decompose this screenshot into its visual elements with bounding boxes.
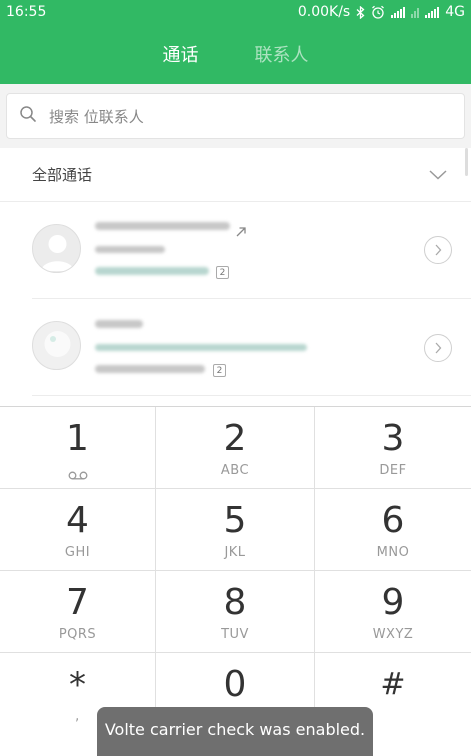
key-digit: 4 bbox=[66, 500, 89, 541]
dialpad-key-1[interactable]: 1 bbox=[0, 407, 156, 489]
search-area: 搜索 位联系人 bbox=[0, 84, 471, 148]
key-letters: ABC bbox=[220, 463, 250, 478]
call-detail-button[interactable] bbox=[424, 334, 452, 362]
key-digit: 2 bbox=[223, 418, 247, 459]
key-letters: GHI bbox=[64, 545, 91, 560]
key-digit: 3 bbox=[381, 418, 405, 459]
dialpad: 1 2 ABC 3 DEF 4 GHI 5 JKL 6 MNO 7 PQRS 8… bbox=[0, 406, 471, 756]
network-type: 4G bbox=[445, 4, 465, 20]
key-letters: DEF bbox=[379, 463, 407, 478]
key-letters: , bbox=[75, 709, 80, 724]
search-input[interactable]: 搜索 位联系人 bbox=[6, 93, 465, 139]
key-letters: TUV bbox=[221, 627, 249, 642]
search-icon bbox=[19, 105, 37, 127]
key-letters: MNO bbox=[376, 545, 410, 560]
key-digit: 0 bbox=[223, 664, 247, 705]
key-letters: PQRS bbox=[58, 627, 97, 642]
key-letters: WXYZ bbox=[372, 627, 414, 642]
signal-icon bbox=[411, 6, 420, 18]
dialpad-key-4[interactable]: 4 GHI bbox=[0, 489, 156, 571]
alarm-icon bbox=[371, 5, 385, 19]
search-placeholder: 搜索 位联系人 bbox=[49, 107, 144, 126]
voicemail-icon bbox=[68, 465, 88, 484]
call-log-row[interactable]: 2 bbox=[0, 202, 471, 299]
section-title: 全部通话 bbox=[32, 166, 93, 184]
scrollbar[interactable] bbox=[465, 148, 468, 176]
call-count-badge: 2 bbox=[216, 266, 229, 279]
avatar bbox=[32, 224, 81, 273]
toast-notification: Volte carrier check was enabled. bbox=[97, 707, 373, 756]
status-bar: 16:55 0.00K/s 4G bbox=[0, 0, 471, 24]
status-time: 16:55 bbox=[6, 4, 47, 20]
key-digit: * bbox=[69, 665, 86, 705]
app-header: 通话 联系人 bbox=[0, 24, 471, 84]
tab-calls[interactable]: 通话 bbox=[159, 35, 203, 73]
signal-icon bbox=[425, 6, 440, 18]
key-digit: # bbox=[380, 667, 406, 702]
call-count-badge: 2 bbox=[213, 364, 226, 377]
dialpad-key-6[interactable]: 6 MNO bbox=[315, 489, 471, 571]
key-digit: 7 bbox=[66, 582, 89, 623]
key-letters: JKL bbox=[224, 545, 246, 560]
signal-icon bbox=[391, 6, 406, 18]
call-log-row[interactable]: 2 bbox=[0, 299, 471, 396]
tab-contacts[interactable]: 联系人 bbox=[251, 35, 313, 73]
avatar bbox=[32, 321, 81, 370]
network-speed: 0.00K/s bbox=[297, 4, 351, 20]
dialpad-key-9[interactable]: 9 WXYZ bbox=[315, 571, 471, 653]
call-filter-dropdown[interactable]: 全部通话 bbox=[0, 148, 471, 202]
dialpad-key-7[interactable]: 7 PQRS bbox=[0, 571, 156, 653]
key-digit: 1 bbox=[66, 418, 89, 459]
key-digit: 8 bbox=[223, 582, 247, 623]
key-digit: 9 bbox=[381, 582, 405, 623]
status-icons: 0.00K/s 4G bbox=[298, 4, 465, 20]
dialpad-key-5[interactable]: 5 JKL bbox=[156, 489, 315, 571]
chevron-down-icon bbox=[429, 165, 447, 184]
call-list: 2 2 bbox=[0, 202, 471, 406]
dialpad-key-3[interactable]: 3 DEF bbox=[315, 407, 471, 489]
dialpad-key-2[interactable]: 2 ABC bbox=[156, 407, 315, 489]
outgoing-arrow-icon bbox=[236, 222, 246, 241]
dialpad-key-8[interactable]: 8 TUV bbox=[156, 571, 315, 653]
key-digit: 5 bbox=[223, 500, 247, 541]
call-detail-button[interactable] bbox=[424, 236, 452, 264]
bluetooth-icon bbox=[356, 5, 365, 19]
key-digit: 6 bbox=[381, 500, 405, 541]
